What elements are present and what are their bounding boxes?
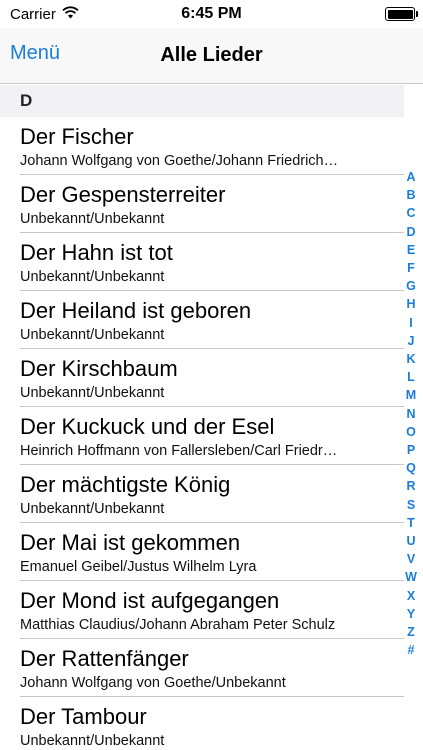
song-title: Der Mai ist gekommen	[20, 530, 241, 555]
song-authors: Matthias Claudius/Johann Abraham Peter S…	[20, 617, 336, 633]
list-item[interactable]: Der Fischer Johann Wolfgang von Goethe/Jo…	[0, 117, 404, 175]
song-authors: Unbekannt/Unbekannt	[20, 733, 165, 749]
page-title: Alle Lieder	[160, 44, 263, 66]
list-item[interactable]: Der Mond ist aufgegangen Matthias Claudiu…	[0, 581, 404, 639]
song-list: Der Fischer Johann Wolfgang von Goethe/Jo…	[0, 117, 404, 750]
index-letter[interactable]: E	[407, 241, 415, 259]
index-letter[interactable]: G	[406, 277, 416, 295]
song-title: Der Rattenfänger	[20, 646, 189, 671]
index-letter[interactable]: X	[407, 587, 415, 605]
index-letter[interactable]: #	[408, 641, 415, 659]
index-letter[interactable]: O	[406, 423, 416, 441]
index-letter[interactable]: L	[407, 368, 415, 386]
index-letter[interactable]: K	[406, 350, 415, 368]
index-letter[interactable]: R	[406, 477, 415, 495]
list-item[interactable]: Der Mai ist gekommen Emanuel Geibel/Justu…	[0, 523, 404, 581]
song-authors: Unbekannt/Unbekannt	[20, 327, 165, 343]
status-bar: Carrier 6:45 PM	[0, 0, 423, 28]
index-letter[interactable]: N	[406, 405, 415, 423]
song-authors: Johann Wolfgang von Goethe/Unbekannt	[20, 675, 286, 691]
song-title: Der Hahn ist tot	[20, 240, 173, 265]
song-authors: Unbekannt/Unbekannt	[20, 269, 165, 285]
song-authors: Unbekannt/Unbekannt	[20, 211, 165, 227]
song-title: Der Gespensterreiter	[20, 182, 226, 207]
song-title: Der Kirschbaum	[20, 356, 178, 381]
song-title: Der mächtigste König	[20, 472, 231, 497]
song-title: Der Heiland ist geboren	[20, 298, 252, 323]
song-title: Der Tambour	[20, 704, 147, 729]
list-item[interactable]: Der Kuckuck und der Esel Heinrich Hoffman…	[0, 407, 404, 465]
index-letter[interactable]: A	[406, 168, 415, 186]
index-letter[interactable]: W	[405, 568, 417, 586]
list-item[interactable]: Der mächtigste König Unbekannt/Unbekannt	[0, 465, 404, 523]
list-item[interactable]: Der Kirschbaum Unbekannt/Unbekannt	[0, 349, 404, 407]
index-letter[interactable]: Y	[407, 605, 415, 623]
list-item[interactable]: Der Hahn ist tot Unbekannt/Unbekannt	[0, 233, 404, 291]
index-letter[interactable]: S	[407, 496, 415, 514]
screen: Carrier 6:45 PM Menü Alle Lieder D Der F…	[0, 0, 423, 750]
battery-icon	[385, 7, 418, 21]
song-authors: Emanuel Geibel/Justus Wilhelm Lyra	[20, 559, 257, 575]
index-letter[interactable]: D	[406, 223, 415, 241]
song-title: Der Kuckuck und der Esel	[20, 414, 275, 439]
song-authors: Unbekannt/Unbekannt	[20, 501, 165, 517]
list-item[interactable]: Der Tambour Unbekannt/Unbekannt	[0, 697, 404, 750]
battery-fill	[387, 9, 413, 19]
index-letter[interactable]: U	[406, 532, 415, 550]
index-letter[interactable]: F	[407, 259, 415, 277]
index-letter[interactable]: H	[406, 295, 415, 313]
list-item[interactable]: Der Gespensterreiter Unbekannt/Unbekannt	[0, 175, 404, 233]
index-letter[interactable]: Z	[407, 623, 415, 641]
carrier-label: Carrier	[10, 5, 56, 23]
song-title: Der Fischer	[20, 124, 134, 149]
list-item[interactable]: Der Heiland ist geboren Unbekannt/Unbekan…	[0, 291, 404, 349]
list-item[interactable]: Der Rattenfänger Johann Wolfgang von Goet…	[0, 639, 404, 697]
index-letter[interactable]: B	[406, 186, 415, 204]
song-authors: Unbekannt/Unbekannt	[20, 385, 165, 401]
song-authors: Johann Wolfgang von Goethe/Johann Friedr…	[20, 153, 339, 169]
index-letter[interactable]: C	[406, 204, 415, 222]
index-letter[interactable]: I	[409, 314, 412, 332]
index-letter[interactable]: J	[408, 332, 415, 350]
navigation-bar: Menü Alle Lieder	[0, 28, 423, 84]
song-title: Der Mond ist aufgegangen	[20, 588, 280, 613]
index-letter[interactable]: V	[407, 550, 415, 568]
index-letter[interactable]: M	[406, 386, 416, 404]
wifi-icon	[62, 5, 79, 23]
song-authors: Heinrich Hoffmann von Fallersleben/Carl …	[20, 443, 338, 459]
status-left: Carrier	[10, 6, 79, 23]
section-header: D	[0, 85, 404, 117]
index-letter[interactable]: T	[407, 514, 415, 532]
index-letter[interactable]: Q	[406, 459, 416, 477]
index-letter[interactable]: P	[407, 441, 415, 459]
alphabet-index[interactable]: A B C D E F G H I J K L M N O P Q R S T U V W X Y Z #	[403, 168, 419, 659]
menu-back-button[interactable]: Menü	[10, 42, 60, 65]
